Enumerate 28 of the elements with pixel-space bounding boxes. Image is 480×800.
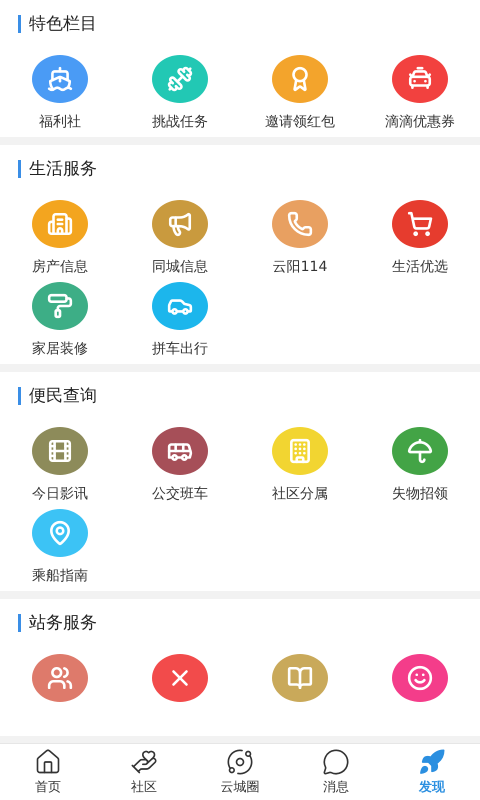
section-title: 站务服务: [18, 614, 97, 632]
nav-tab[interactable]: 消息: [288, 744, 384, 800]
nav-tab[interactable]: 社区: [96, 744, 192, 800]
nav-tab[interactable]: 云城圈: [192, 744, 288, 800]
service-button[interactable]: 社区分属: [240, 427, 360, 503]
service-button[interactable]: 公交班车: [120, 427, 240, 503]
service-button[interactable]: 挑战任务: [120, 55, 240, 131]
section-title: 生活服务: [18, 160, 97, 178]
chat-icon: [322, 748, 350, 776]
hands-icon: [130, 748, 158, 776]
service-button[interactable]: 拼车出行: [120, 282, 240, 358]
service-button[interactable]: 失物招领: [360, 427, 480, 503]
rocket-icon: [418, 748, 446, 776]
section-title: 特色栏目: [18, 15, 97, 33]
orbit-icon: [226, 748, 254, 776]
service-button[interactable]: 福利社: [0, 55, 120, 131]
section-title: 便民查询: [18, 387, 97, 405]
service-button[interactable]: 生活优选: [360, 200, 480, 276]
service-button[interactable]: 邀请领红包: [240, 55, 360, 131]
service-button[interactable]: 同城信息: [120, 200, 240, 276]
service-button[interactable]: 房产信息: [0, 200, 120, 276]
home-icon: [34, 748, 62, 776]
nav-tab[interactable]: 首页: [0, 744, 96, 800]
service-button[interactable]: 云阳114: [240, 200, 360, 276]
service-button[interactable]: 今日影讯: [0, 427, 120, 503]
service-button[interactable]: 家居装修: [0, 282, 120, 358]
service-button[interactable]: 滴滴优惠券: [360, 55, 480, 131]
service-button[interactable]: 乘船指南: [0, 509, 120, 585]
